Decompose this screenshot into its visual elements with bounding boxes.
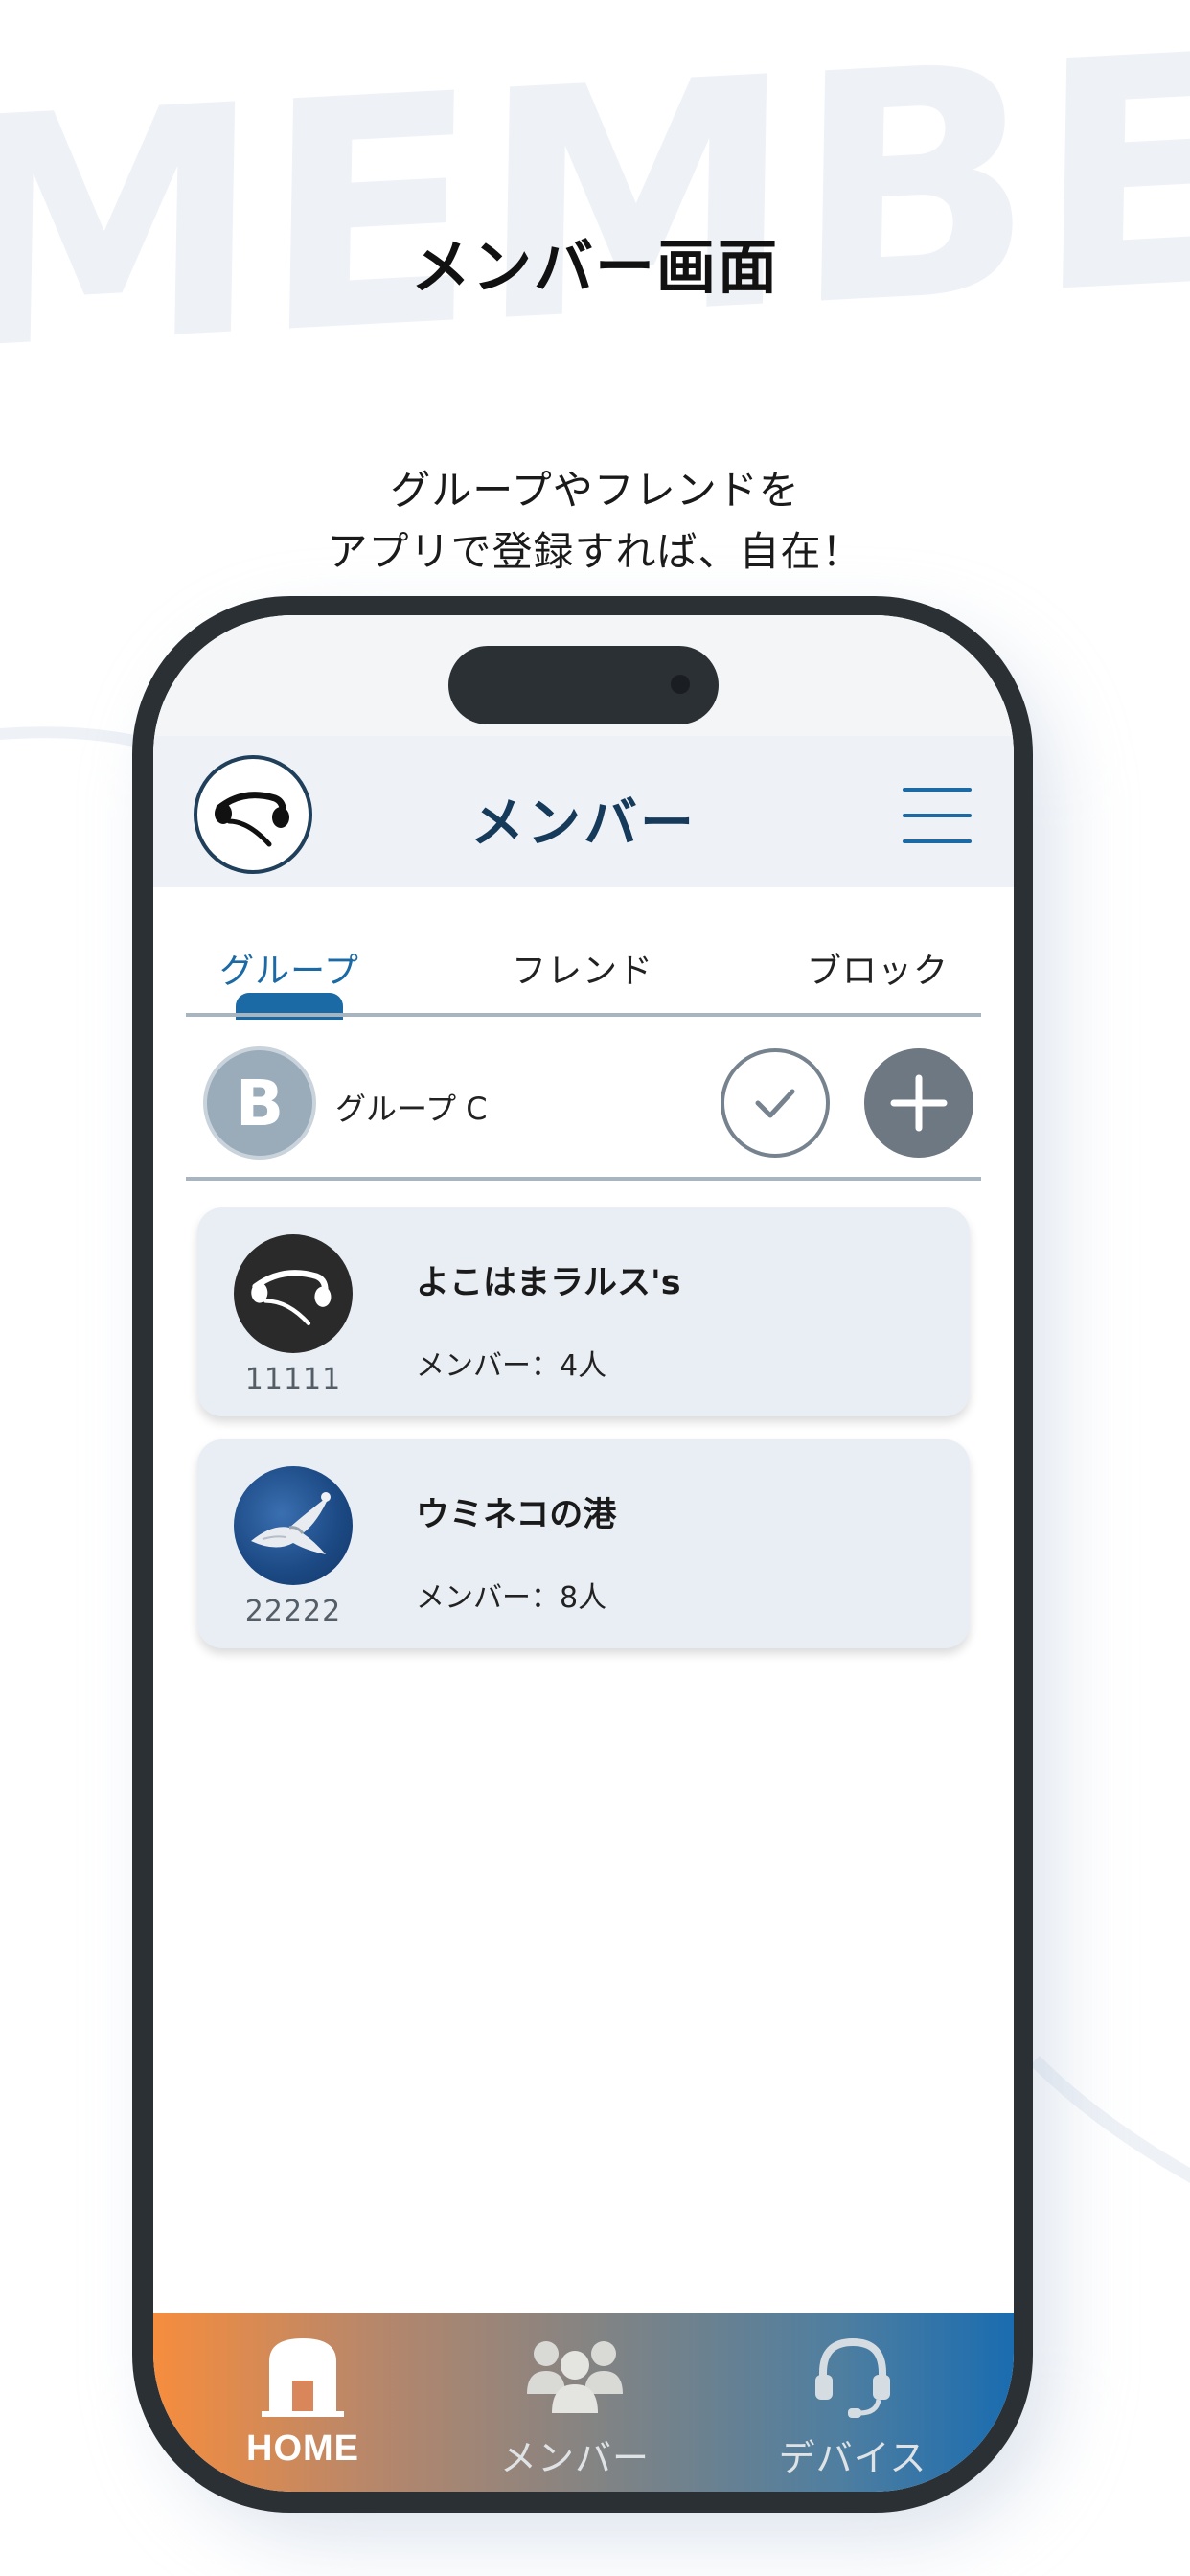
dynamic-island (448, 646, 719, 724)
group-name: よこはまラルス's (416, 1264, 681, 1302)
group-card[interactable]: 11111 よこはまラルス's メンバー：4人 (197, 1208, 970, 1416)
member-count: メンバー：4人 (416, 1349, 607, 1383)
group-id: 22222 (244, 1595, 342, 1628)
app-header: メンバー (153, 736, 1014, 887)
bottom-navigation: HOME メンバー デバイス (153, 2313, 1014, 2492)
hamburger-menu-icon[interactable] (903, 788, 972, 843)
check-icon (755, 1089, 795, 1118)
nav-home[interactable]: HOME (188, 2333, 418, 2476)
app-title: メンバー (470, 793, 697, 855)
plus-icon (890, 1074, 948, 1132)
nav-member-label: メンバー (499, 2437, 650, 2479)
selected-group-name: グループ C (335, 1091, 488, 1127)
headphone-logo-icon (251, 1270, 332, 1326)
group-name: ウミネコの港 (416, 1496, 617, 1534)
members-icon (527, 2341, 623, 2413)
add-button[interactable] (864, 1048, 973, 1158)
group-row-divider (186, 1177, 981, 1181)
subtitle-line-2: アプリで登録すれば、自在！ (327, 528, 863, 575)
group-avatar-headphone (234, 1234, 353, 1353)
group-avatar-seagull (234, 1466, 353, 1585)
home-icon (262, 2338, 344, 2417)
tab-group[interactable]: グループ (186, 943, 393, 1000)
group-id: 11111 (244, 1363, 342, 1396)
tab-friend[interactable]: フレンド (479, 943, 686, 1000)
confirm-button[interactable] (721, 1048, 830, 1158)
status-bar (153, 615, 1014, 736)
member-count: メンバー：8人 (416, 1581, 607, 1615)
group-avatar: B (203, 1046, 316, 1160)
nav-home-label: HOME (246, 2428, 359, 2469)
subtitle-line-1: グループやフレンドを (390, 467, 800, 514)
nav-device[interactable]: デバイス (738, 2333, 968, 2479)
selected-group-row: B グループ C (186, 1018, 981, 1179)
nav-device-label: デバイス (778, 2437, 927, 2479)
nav-member[interactable]: メンバー (460, 2333, 690, 2479)
group-card[interactable]: 22222 ウミネコの港 メンバー：8人 (197, 1439, 970, 1648)
tab-block[interactable]: ブロック (774, 943, 981, 1000)
tabs-divider (186, 1013, 981, 1017)
page-headline: メンバー画面 (410, 232, 779, 302)
seagull-photo-icon (251, 1492, 331, 1554)
camera-icon (671, 675, 690, 694)
phone-screen: メンバー グループ フレンド ブロック B グループ C 11111 よこはまラ… (153, 615, 1014, 2492)
headset-icon (815, 2337, 890, 2418)
